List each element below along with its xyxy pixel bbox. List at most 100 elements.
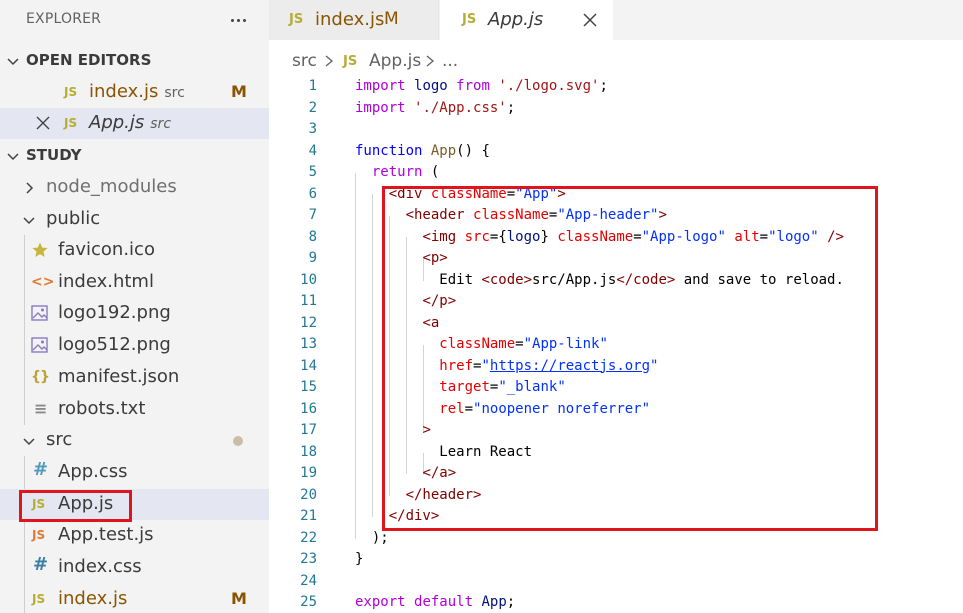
tree-item-favicon[interactable]: favicon.ico bbox=[0, 235, 269, 266]
line-number: 9 bbox=[308, 250, 317, 266]
explorer-header: EXPLORER bbox=[0, 0, 269, 40]
image-file-icon bbox=[31, 337, 48, 353]
code-line: 1 import logo from './logo.svg'; bbox=[269, 76, 963, 98]
chevron-down-icon bbox=[23, 438, 35, 446]
tree-item-index-html[interactable]: <> index.html bbox=[0, 267, 269, 298]
code-text: import './App.css'; bbox=[355, 99, 516, 116]
code-text: return ( bbox=[371, 164, 440, 180]
js-test-file-icon: JS bbox=[32, 528, 46, 542]
text-file-icon: ≡ bbox=[34, 399, 48, 418]
line-number: 24 bbox=[300, 572, 317, 589]
tree-item-logo192[interactable]: logo192.png bbox=[0, 298, 269, 329]
line-number: 3 bbox=[308, 121, 317, 137]
js-file-icon: JS bbox=[289, 12, 304, 27]
line-number: 6 bbox=[308, 185, 317, 202]
line-number: 21 bbox=[300, 508, 317, 524]
highlight-box-jsx-block bbox=[382, 186, 878, 531]
code-text: export default App; bbox=[355, 594, 516, 610]
line-number: 15 bbox=[300, 379, 317, 395]
tree-item-app-css[interactable]: # App.css bbox=[0, 457, 269, 488]
tab-label: index.js bbox=[315, 9, 385, 30]
tree-item-index-js[interactable]: JS index.js M bbox=[0, 584, 269, 613]
explorer-title: EXPLORER bbox=[26, 11, 102, 27]
tree-item-label: index.css bbox=[58, 556, 142, 577]
line-number: 1 bbox=[308, 78, 317, 94]
js-file-icon: JS bbox=[64, 85, 78, 99]
open-editor-label: App.js bbox=[89, 112, 145, 133]
line-number: 12 bbox=[300, 314, 317, 331]
tree-item-app-test-js[interactable]: JS App.test.js bbox=[0, 520, 269, 551]
line-number: 25 bbox=[300, 594, 317, 610]
modified-dot-icon bbox=[233, 436, 243, 446]
tree-item-label: App.test.js bbox=[58, 524, 154, 545]
open-editors-title: OPEN EDITORS bbox=[26, 51, 152, 69]
code-line: 4 function App() { bbox=[269, 141, 963, 163]
breadcrumb-symbols[interactable]: ... bbox=[442, 51, 458, 71]
open-editors-section-header[interactable]: OPEN EDITORS bbox=[0, 48, 269, 74]
line-number: 8 bbox=[308, 228, 317, 245]
tab-app-js[interactable]: JS App.js bbox=[440, 0, 613, 40]
open-editor-description: src bbox=[164, 85, 185, 101]
line-number: 4 bbox=[308, 142, 317, 159]
modified-badge: M bbox=[231, 82, 247, 101]
chevron-right-icon bbox=[426, 55, 435, 67]
chevron-down-icon bbox=[7, 153, 19, 161]
breadcrumb-file[interactable]: App.js bbox=[369, 51, 421, 71]
tab-label: App.js bbox=[488, 9, 544, 30]
code-text: } bbox=[355, 551, 364, 567]
tree-item-src[interactable]: src bbox=[0, 425, 269, 456]
line-number: 5 bbox=[308, 164, 317, 180]
line-number: 7 bbox=[308, 207, 317, 223]
tree-item-label: manifest.json bbox=[58, 366, 180, 387]
line-number: 19 bbox=[300, 465, 317, 481]
chevron-down-icon bbox=[23, 217, 35, 225]
css-file-icon: # bbox=[33, 554, 49, 575]
line-number: 20 bbox=[300, 486, 317, 503]
explorer-sidebar: EXPLORER OPEN EDITORS JS index.js src M J… bbox=[0, 0, 269, 613]
tree-item-index-css[interactable]: # index.css bbox=[0, 552, 269, 583]
close-icon[interactable] bbox=[35, 115, 51, 131]
open-editor-index-js[interactable]: JS index.js src M bbox=[0, 77, 269, 108]
line-number: 10 bbox=[300, 271, 317, 288]
chevron-down-icon bbox=[7, 58, 19, 66]
tree-item-label: index.js bbox=[58, 588, 128, 609]
breadcrumb-folder[interactable]: src bbox=[292, 51, 317, 71]
tree-item-label: logo512.png bbox=[58, 334, 171, 355]
more-actions-icon[interactable] bbox=[226, 8, 250, 32]
tree-item-manifest[interactable]: {} manifest.json bbox=[0, 362, 269, 393]
open-editor-app-js[interactable]: JS App.js src bbox=[0, 108, 269, 139]
tree-item-logo512[interactable]: logo512.png bbox=[0, 330, 269, 361]
tree-item-public[interactable]: public bbox=[0, 204, 269, 235]
code-line: 2 import './App.css'; bbox=[269, 98, 963, 120]
js-file-icon: JS bbox=[64, 116, 78, 130]
tree-item-label: robots.txt bbox=[58, 398, 146, 419]
modified-badge: M bbox=[231, 589, 247, 608]
tab-index-js[interactable]: JS index.js M bbox=[269, 0, 439, 40]
code-line: 3 bbox=[269, 119, 963, 141]
line-number: 16 bbox=[300, 400, 317, 417]
js-file-icon: JS bbox=[32, 592, 46, 606]
chevron-right-icon bbox=[325, 55, 334, 67]
study-folder-title: STUDY bbox=[26, 146, 82, 164]
star-icon bbox=[32, 242, 48, 257]
line-number: 17 bbox=[300, 422, 317, 438]
json-file-icon: {} bbox=[31, 369, 50, 385]
code-line: 5 return ( bbox=[269, 162, 963, 184]
tree-item-label: logo192.png bbox=[58, 302, 171, 323]
modified-badge: M bbox=[384, 9, 399, 29]
js-file-icon: JS bbox=[343, 54, 358, 69]
line-number: 18 bbox=[300, 443, 317, 460]
study-folder-section-header[interactable]: STUDY bbox=[0, 143, 269, 169]
open-editor-description: src bbox=[150, 116, 172, 132]
tree-item-label: src bbox=[46, 429, 73, 450]
line-number: 2 bbox=[308, 99, 317, 116]
tree-item-label: App.css bbox=[58, 461, 128, 482]
close-icon[interactable] bbox=[582, 12, 598, 28]
tree-item-label: favicon.ico bbox=[58, 239, 155, 260]
tree-item-node-modules[interactable]: node_modules bbox=[0, 172, 269, 203]
highlight-box-app-js bbox=[19, 490, 132, 522]
tree-item-robots[interactable]: ≡ robots.txt bbox=[0, 394, 269, 425]
css-file-icon: # bbox=[33, 459, 49, 480]
code-text: import logo from './logo.svg'; bbox=[355, 78, 608, 94]
code-line: 23} bbox=[269, 549, 963, 571]
